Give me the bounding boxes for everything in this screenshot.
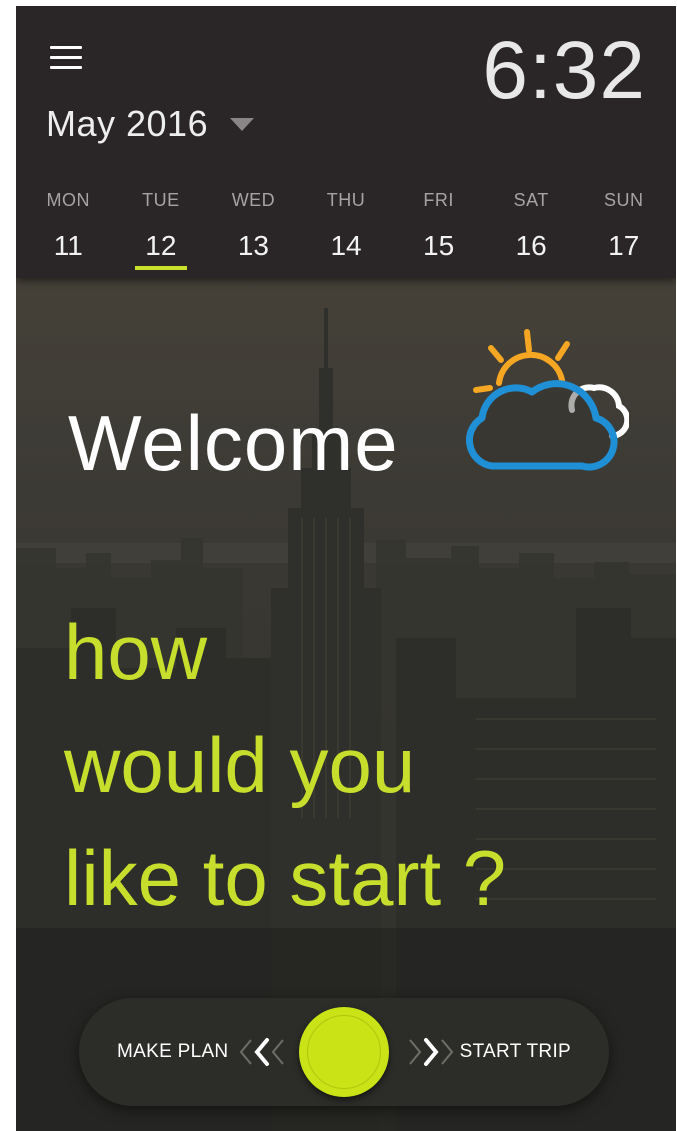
day-number: 16 xyxy=(515,230,547,261)
prompt-line: would you xyxy=(64,721,416,809)
start-mode-slider[interactable]: MAKE PLAN START TRIP xyxy=(79,998,609,1106)
start-trip-option[interactable]: START TRIP xyxy=(460,998,571,1106)
month-selector[interactable]: May 2016 xyxy=(46,102,255,146)
day-name: SUN xyxy=(604,190,644,210)
day-number: 12 xyxy=(145,230,177,261)
day-name: MON xyxy=(46,190,91,210)
chevrons-right-icon xyxy=(409,1038,454,1066)
day-tue-selected[interactable]: TUE 12 xyxy=(115,188,208,278)
app-header: May 2016 6:32 MON 11 TUE 12 WED 13 THU 1… xyxy=(16,6,676,278)
day-thu[interactable]: THU 14 xyxy=(300,188,393,278)
day-number: 13 xyxy=(237,230,270,261)
clock-time: 6:32 xyxy=(482,25,646,116)
day-name: FRI xyxy=(423,190,454,210)
month-label: May 2016 xyxy=(46,103,209,144)
start-prompt: how would you like to start ? xyxy=(64,596,624,935)
day-name: TUE xyxy=(142,190,180,210)
hamburger-menu-icon[interactable] xyxy=(47,42,87,74)
week-day-strip: MON 11 TUE 12 WED 13 THU 14 FRI 15 SAT 1… xyxy=(22,188,670,278)
day-sun[interactable]: SUN 17 xyxy=(577,188,670,278)
partly-cloudy-icon xyxy=(466,329,629,471)
make-plan-option[interactable]: MAKE PLAN xyxy=(117,998,228,1106)
day-name: THU xyxy=(326,190,366,210)
caret-down-icon xyxy=(230,117,255,131)
day-sat[interactable]: SAT 16 xyxy=(485,188,578,278)
day-number: 15 xyxy=(423,230,455,261)
day-mon[interactable]: MON 11 xyxy=(22,188,115,278)
day-number: 14 xyxy=(330,230,362,261)
welcome-heading: Welcome xyxy=(68,399,399,487)
app-screen: May 2016 6:32 MON 11 TUE 12 WED 13 THU 1… xyxy=(16,6,676,1131)
prompt-line: like to start ? xyxy=(64,834,507,922)
day-number: 11 xyxy=(53,230,83,261)
day-name: WED xyxy=(231,190,276,210)
day-number: 17 xyxy=(608,230,640,261)
chevrons-left-icon xyxy=(239,1038,284,1066)
day-fri[interactable]: FRI 15 xyxy=(392,188,485,278)
prompt-line: how xyxy=(64,608,208,696)
day-name: SAT xyxy=(513,190,549,210)
hero-panel: Welcome how would you like to start ? MA… xyxy=(16,278,676,1131)
day-wed[interactable]: WED 13 xyxy=(207,188,300,278)
slider-knob[interactable] xyxy=(299,1007,389,1097)
